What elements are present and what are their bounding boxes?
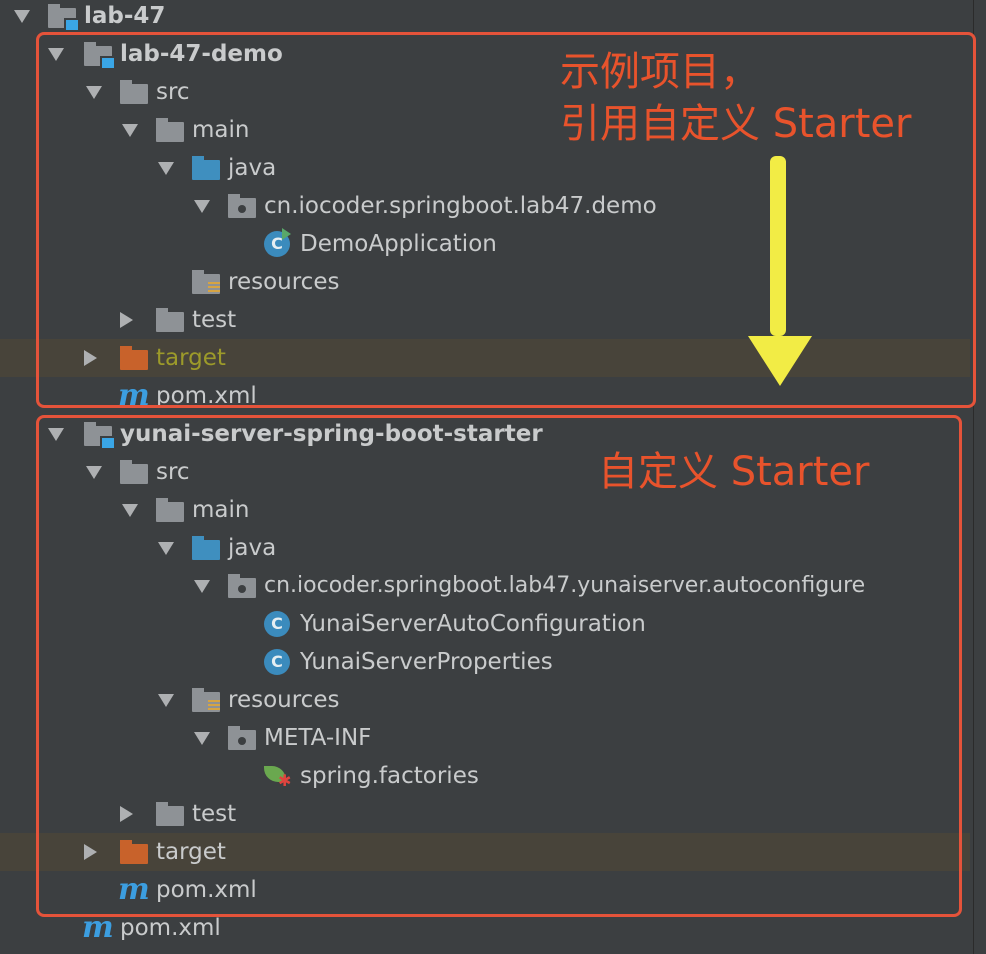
chevron-down-icon[interactable] (14, 10, 30, 23)
demo-annotation-line1: 示例项目， (560, 49, 760, 95)
tree-row-root[interactable]: lab-47 (0, 0, 970, 35)
yellow-arrow-icon (748, 156, 812, 386)
module-folder-icon (48, 4, 80, 32)
module-label: lab-47 (84, 3, 166, 29)
demo-annotation-line2: 引用自定义 Starter (560, 101, 912, 147)
starter-annotation: 自定义 Starter (598, 449, 870, 495)
demo-highlight-box (36, 32, 976, 408)
maven-icon: m (82, 910, 114, 945)
